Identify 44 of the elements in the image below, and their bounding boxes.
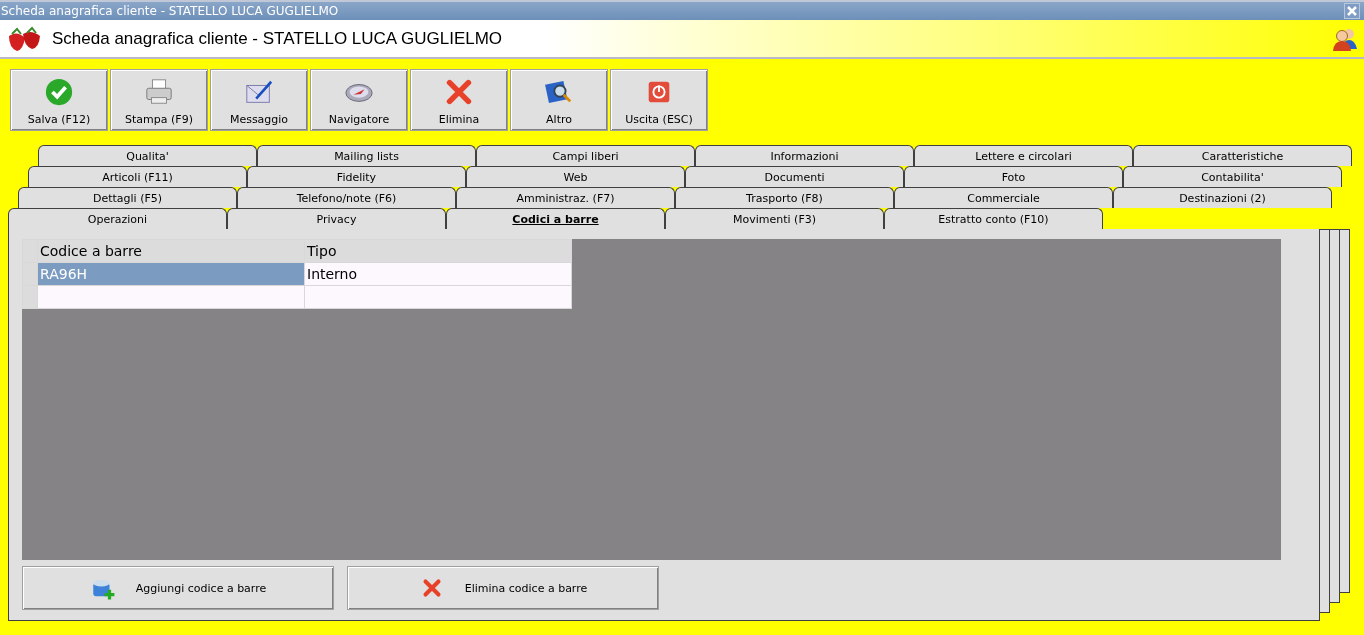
tab[interactable]: Campi liberi xyxy=(476,145,695,166)
tab[interactable]: Estratto conto (F10) xyxy=(884,208,1103,229)
toolbar-button[interactable]: Uscita (ESC) xyxy=(610,69,708,131)
tab[interactable]: Articoli (F11) xyxy=(28,166,247,187)
tab[interactable]: Operazioni xyxy=(8,208,227,229)
toolbar-button[interactable]: Altro xyxy=(510,69,608,131)
tab[interactable]: Amministraz. (F7) xyxy=(456,187,675,208)
toolbar-button[interactable]: Elimina xyxy=(410,69,508,131)
tab[interactable]: Documenti xyxy=(685,166,904,187)
tab[interactable]: Fidelity xyxy=(247,166,466,187)
users-icon[interactable] xyxy=(1332,26,1358,51)
tab[interactable]: Lettere e circolari xyxy=(914,145,1133,166)
header-title: Scheda anagrafica cliente - STATELLO LUCA GUGLIELMO xyxy=(52,28,504,49)
close-button[interactable] xyxy=(1344,3,1360,19)
window-title: Scheda anagrafica cliente - STATELLO LUCA GUGLIELMO xyxy=(0,4,339,18)
toolbar-button[interactable]: Navigatore xyxy=(310,69,408,131)
strawberries-icon xyxy=(6,25,42,52)
tab[interactable]: Mailing lists xyxy=(257,145,476,166)
tab[interactable]: Dettagli (F5) xyxy=(18,187,237,208)
check-icon xyxy=(44,77,74,107)
toolbar-button[interactable]: Stampa (F9) xyxy=(110,69,208,131)
printer-icon xyxy=(144,77,174,107)
tab[interactable]: Foto xyxy=(904,166,1123,187)
tab[interactable]: Caratteristiche xyxy=(1133,145,1352,166)
tab[interactable]: Qualita' xyxy=(38,145,257,166)
close-icon xyxy=(1347,6,1357,16)
tab[interactable]: Telefono/note (F6) xyxy=(237,187,456,208)
action-button[interactable]: Aggiungi codice a barre xyxy=(22,566,334,610)
action-button[interactable]: Elimina codice a barre xyxy=(347,566,659,610)
toolbar-button[interactable]: Messaggio xyxy=(210,69,308,131)
tab[interactable]: Destinazioni (2) xyxy=(1113,187,1332,208)
toolbar-button[interactable]: Salva (F12) xyxy=(10,69,108,131)
column-header[interactable]: Tipo xyxy=(304,239,572,263)
tab[interactable]: Trasporto (F8) xyxy=(675,187,894,208)
tab[interactable]: Movimenti (F3) xyxy=(665,208,884,229)
tab[interactable]: Codici a barre xyxy=(446,208,665,229)
cross-icon xyxy=(444,77,474,107)
tab[interactable]: Contabilita' xyxy=(1123,166,1342,187)
tab[interactable]: Web xyxy=(466,166,685,187)
tab[interactable]: Privacy xyxy=(227,208,446,229)
tab[interactable]: Informazioni xyxy=(695,145,914,166)
table-cell[interactable]: Interno xyxy=(304,262,572,286)
tab[interactable]: Commerciale xyxy=(894,187,1113,208)
column-header[interactable]: Codice a barre xyxy=(37,239,305,263)
